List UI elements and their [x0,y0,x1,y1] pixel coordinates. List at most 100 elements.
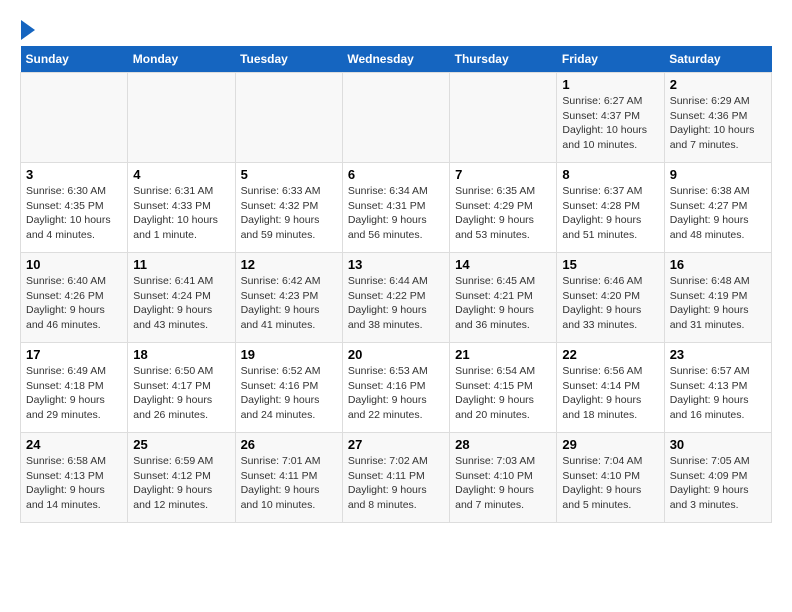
day-number: 6 [348,167,444,182]
day-info: Sunrise: 7:05 AM Sunset: 4:09 PM Dayligh… [670,454,766,513]
calendar-cell: 12 Sunrise: 6:42 AM Sunset: 4:23 PM Dayli… [235,253,342,343]
day-info: Sunrise: 6:54 AM Sunset: 4:15 PM Dayligh… [455,364,551,423]
calendar-cell: 30 Sunrise: 7:05 AM Sunset: 4:09 PM Dayli… [664,433,771,523]
day-number: 7 [455,167,551,182]
calendar-week-row: 24 Sunrise: 6:58 AM Sunset: 4:13 PM Dayli… [21,433,772,523]
day-info: Sunrise: 6:34 AM Sunset: 4:31 PM Dayligh… [348,184,444,243]
weekday-header: Wednesday [342,46,449,73]
calendar-cell: 21 Sunrise: 6:54 AM Sunset: 4:15 PM Dayli… [450,343,557,433]
day-number: 26 [241,437,337,452]
day-info: Sunrise: 6:27 AM Sunset: 4:37 PM Dayligh… [562,94,658,153]
day-info: Sunrise: 6:56 AM Sunset: 4:14 PM Dayligh… [562,364,658,423]
day-info: Sunrise: 6:49 AM Sunset: 4:18 PM Dayligh… [26,364,122,423]
day-number: 25 [133,437,229,452]
day-number: 17 [26,347,122,362]
day-number: 30 [670,437,766,452]
day-number: 29 [562,437,658,452]
weekday-header: Friday [557,46,664,73]
day-number: 15 [562,257,658,272]
weekday-header: Saturday [664,46,771,73]
day-info: Sunrise: 6:42 AM Sunset: 4:23 PM Dayligh… [241,274,337,333]
day-info: Sunrise: 6:41 AM Sunset: 4:24 PM Dayligh… [133,274,229,333]
day-number: 19 [241,347,337,362]
calendar-cell: 23 Sunrise: 6:57 AM Sunset: 4:13 PM Dayli… [664,343,771,433]
day-info: Sunrise: 6:33 AM Sunset: 4:32 PM Dayligh… [241,184,337,243]
day-number: 4 [133,167,229,182]
day-info: Sunrise: 6:48 AM Sunset: 4:19 PM Dayligh… [670,274,766,333]
calendar-cell [21,73,128,163]
calendar-week-row: 3 Sunrise: 6:30 AM Sunset: 4:35 PM Daylig… [21,163,772,253]
day-number: 27 [348,437,444,452]
day-info: Sunrise: 6:35 AM Sunset: 4:29 PM Dayligh… [455,184,551,243]
calendar-cell: 13 Sunrise: 6:44 AM Sunset: 4:22 PM Dayli… [342,253,449,343]
calendar-cell: 14 Sunrise: 6:45 AM Sunset: 4:21 PM Dayli… [450,253,557,343]
calendar-cell: 10 Sunrise: 6:40 AM Sunset: 4:26 PM Dayli… [21,253,128,343]
day-number: 24 [26,437,122,452]
calendar-cell: 18 Sunrise: 6:50 AM Sunset: 4:17 PM Dayli… [128,343,235,433]
day-number: 9 [670,167,766,182]
day-number: 12 [241,257,337,272]
day-number: 23 [670,347,766,362]
calendar-cell: 15 Sunrise: 6:46 AM Sunset: 4:20 PM Dayli… [557,253,664,343]
calendar-cell: 25Sunrise: 6:59 AM Sunset: 4:12 PM Dayli… [128,433,235,523]
calendar-cell: 29 Sunrise: 7:04 AM Sunset: 4:10 PM Dayli… [557,433,664,523]
day-number: 10 [26,257,122,272]
calendar-cell: 24 Sunrise: 6:58 AM Sunset: 4:13 PM Dayli… [21,433,128,523]
day-info: Sunrise: 6:50 AM Sunset: 4:17 PM Dayligh… [133,364,229,423]
calendar-cell: 4 Sunrise: 6:31 AM Sunset: 4:33 PM Daylig… [128,163,235,253]
calendar-cell: 20Sunrise: 6:53 AM Sunset: 4:16 PM Dayli… [342,343,449,433]
day-number: 3 [26,167,122,182]
calendar-cell: 3 Sunrise: 6:30 AM Sunset: 4:35 PM Daylig… [21,163,128,253]
day-info: Sunrise: 7:04 AM Sunset: 4:10 PM Dayligh… [562,454,658,513]
day-info: Sunrise: 6:44 AM Sunset: 4:22 PM Dayligh… [348,274,444,333]
day-info: Sunrise: 7:01 AM Sunset: 4:11 PM Dayligh… [241,454,337,513]
day-number: 11 [133,257,229,272]
calendar-cell: 22 Sunrise: 6:56 AM Sunset: 4:14 PM Dayli… [557,343,664,433]
day-number: 13 [348,257,444,272]
day-info: Sunrise: 6:29 AM Sunset: 4:36 PM Dayligh… [670,94,766,153]
calendar-cell: 27 Sunrise: 7:02 AM Sunset: 4:11 PM Dayli… [342,433,449,523]
calendar-cell [342,73,449,163]
day-number: 5 [241,167,337,182]
day-number: 28 [455,437,551,452]
day-info: Sunrise: 7:03 AM Sunset: 4:10 PM Dayligh… [455,454,551,513]
day-number: 22 [562,347,658,362]
day-info: Sunrise: 6:45 AM Sunset: 4:21 PM Dayligh… [455,274,551,333]
calendar-cell [450,73,557,163]
calendar-cell: 9Sunrise: 6:38 AM Sunset: 4:27 PM Daylig… [664,163,771,253]
day-info: Sunrise: 6:40 AM Sunset: 4:26 PM Dayligh… [26,274,122,333]
day-info: Sunrise: 7:02 AM Sunset: 4:11 PM Dayligh… [348,454,444,513]
day-number: 18 [133,347,229,362]
calendar-cell: 6 Sunrise: 6:34 AM Sunset: 4:31 PM Daylig… [342,163,449,253]
day-number: 14 [455,257,551,272]
day-info: Sunrise: 6:30 AM Sunset: 4:35 PM Dayligh… [26,184,122,243]
day-number: 1 [562,77,658,92]
day-number: 8 [562,167,658,182]
calendar-cell: 16 Sunrise: 6:48 AM Sunset: 4:19 PM Dayli… [664,253,771,343]
calendar-cell: 11 Sunrise: 6:41 AM Sunset: 4:24 PM Dayli… [128,253,235,343]
calendar-cell: 8 Sunrise: 6:37 AM Sunset: 4:28 PM Daylig… [557,163,664,253]
calendar-cell: 26 Sunrise: 7:01 AM Sunset: 4:11 PM Dayli… [235,433,342,523]
calendar-cell: 1 Sunrise: 6:27 AM Sunset: 4:37 PM Daylig… [557,73,664,163]
day-info: Sunrise: 6:37 AM Sunset: 4:28 PM Dayligh… [562,184,658,243]
calendar-week-row: 1 Sunrise: 6:27 AM Sunset: 4:37 PM Daylig… [21,73,772,163]
day-info: Sunrise: 6:57 AM Sunset: 4:13 PM Dayligh… [670,364,766,423]
calendar-week-row: 10 Sunrise: 6:40 AM Sunset: 4:26 PM Dayli… [21,253,772,343]
calendar-cell: 19 Sunrise: 6:52 AM Sunset: 4:16 PM Dayli… [235,343,342,433]
weekday-header: Thursday [450,46,557,73]
day-number: 16 [670,257,766,272]
weekday-header: Monday [128,46,235,73]
day-info: Sunrise: 6:58 AM Sunset: 4:13 PM Dayligh… [26,454,122,513]
day-info: Sunrise: 6:52 AM Sunset: 4:16 PM Dayligh… [241,364,337,423]
calendar-cell: 7 Sunrise: 6:35 AM Sunset: 4:29 PM Daylig… [450,163,557,253]
day-info: Sunrise: 6:31 AM Sunset: 4:33 PM Dayligh… [133,184,229,243]
calendar-cell: 17 Sunrise: 6:49 AM Sunset: 4:18 PM Dayli… [21,343,128,433]
day-info: Sunrise: 6:53 AM Sunset: 4:16 PM Dayligh… [348,364,444,423]
calendar-cell: 5 Sunrise: 6:33 AM Sunset: 4:32 PM Daylig… [235,163,342,253]
calendar-week-row: 17 Sunrise: 6:49 AM Sunset: 4:18 PM Dayli… [21,343,772,433]
calendar-cell: 2Sunrise: 6:29 AM Sunset: 4:36 PM Daylig… [664,73,771,163]
calendar-cell: 28 Sunrise: 7:03 AM Sunset: 4:10 PM Dayli… [450,433,557,523]
logo-icon [21,20,35,40]
day-number: 21 [455,347,551,362]
day-info: Sunrise: 6:46 AM Sunset: 4:20 PM Dayligh… [562,274,658,333]
